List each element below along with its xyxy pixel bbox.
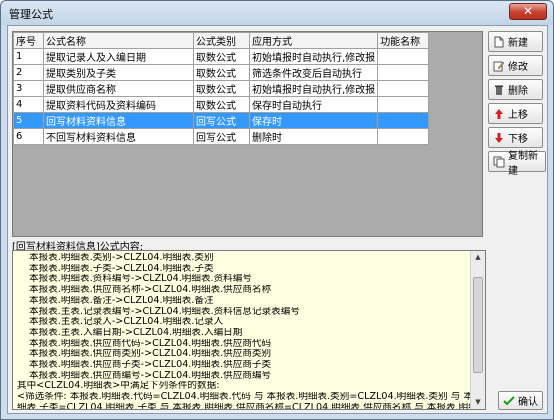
copy-new-button-label: 复制新建 — [508, 150, 538, 177]
table-row[interactable]: 6 不回写材料资料信息 回写公式 删除时 — [13, 128, 430, 145]
copy-new-button[interactable]: 复制新建 — [488, 151, 546, 177]
table-cell: 取数公式 — [193, 48, 250, 65]
vertical-scrollbar[interactable]: ▲ ▼ — [470, 251, 485, 409]
table-cell: 1 — [13, 48, 44, 65]
arrow-up-icon — [493, 108, 505, 120]
table-cell: 4 — [13, 96, 44, 113]
table-cell: 取数公式 — [193, 64, 250, 81]
column-header[interactable]: 公式类别 — [193, 32, 250, 49]
formula-text-line: 本报表.明细表.供应商代码->CLZL04.明细表.供应商代码 — [29, 338, 272, 349]
copy-icon — [493, 156, 505, 168]
new-document-icon — [493, 36, 505, 48]
table-cell: 提取记录人及入编日期 — [43, 48, 194, 65]
arrow-down-icon — [493, 132, 505, 144]
table-header-row: 序号 公式名称 公式类别 应用方式 功能名称 — [13, 32, 430, 49]
column-header[interactable]: 功能名称 — [377, 32, 430, 49]
table-cell — [377, 80, 430, 97]
close-icon: ✕ — [522, 4, 534, 18]
scrollbar-thumb[interactable] — [473, 277, 483, 373]
table-row[interactable]: 1 提取记录人及入编日期 取数公式 初始填报时自动执行,修改报 — [13, 48, 430, 65]
table-cell: 不回写材料资料信息 — [43, 128, 194, 145]
formula-text-line: 本报表.主表.记录表编号->CLZL04.明细表.资料信息记录表编号 — [29, 306, 300, 317]
table-cell: 保存时 — [248, 112, 379, 129]
table-cell: 3 — [13, 80, 44, 97]
table-cell: 初始填报时自动执行,修改报 — [248, 80, 379, 97]
table-cell — [377, 96, 430, 113]
table-cell: 5 — [13, 112, 44, 129]
column-header[interactable]: 公式名称 — [43, 32, 194, 49]
ok-button-label: 确认 — [518, 397, 538, 408]
formula-table: 序号 公式名称 公式类别 应用方式 功能名称 1 提取记录人及入编日期 取数公式 初始填报时自… — [13, 32, 430, 145]
formula-text-line: 本报表.主表.入编日期->CLZL04.明细表.入编日期 — [29, 327, 243, 338]
table-cell: 回写公式 — [193, 112, 250, 129]
column-header[interactable]: 序号 — [13, 32, 44, 49]
table-cell: 初始填报时自动执行,修改报 — [248, 48, 379, 65]
table-cell — [377, 64, 430, 81]
delete-icon — [493, 84, 505, 96]
formula-text-line: 本报表.明细表.供应商子类->CLZL04.明细表.供应商子类 — [29, 360, 272, 371]
scroll-down-arrow-icon[interactable]: ▼ — [472, 396, 484, 409]
scroll-up-arrow-icon[interactable]: ▲ — [472, 251, 484, 264]
table-row[interactable]: 5 回写材料资料信息 回写公式 保存时 — [13, 112, 430, 129]
table-cell: 取数公式 — [193, 96, 250, 113]
edit-icon — [493, 60, 505, 72]
table-cell: 筛选条件改变后自动执行 — [248, 64, 379, 81]
formula-text-line: 本报表.明细表.备注->CLZL04.明细表.备注 — [29, 295, 214, 306]
formula-text-line: 细表.子类=CLZL04.明细表.子类 与 本报表.明细表.供应商名称=CLZL… — [17, 402, 472, 410]
formula-text-line: 本报表.明细表.供应商名称->CLZL04.明细表.供应商名称 — [29, 285, 272, 296]
move-down-button[interactable]: 下移 — [488, 127, 543, 148]
column-header[interactable]: 应用方式 — [248, 32, 379, 49]
table-cell: 提取类别及子类 — [43, 64, 194, 81]
table-cell: 保存时自动执行 — [248, 96, 379, 113]
table-cell: 回写公式 — [193, 128, 250, 145]
table-cell — [377, 128, 430, 145]
move-up-button-label: 上移 — [508, 110, 528, 121]
formula-text-line: 本报表.明细表.资料编号->CLZL04.明细表.资料编号 — [29, 274, 252, 285]
table-row[interactable]: 3 提取供应商名称 取数公式 初始填报时自动执行,修改报 — [13, 80, 430, 97]
checkmark-icon — [503, 395, 515, 407]
formula-text-line: 本报表.明细表.子类->CLZL04.明细表.子类 — [29, 263, 214, 274]
move-down-button-label: 下移 — [508, 134, 528, 145]
formula-grid[interactable]: 序号 公式名称 公式类别 应用方式 功能名称 1 提取记录人及入编日期 取数公式 初始填报时自… — [12, 31, 483, 237]
table-cell — [377, 48, 430, 65]
manage-formula-dialog: 管理公式 ✕ 序号 公式名称 公式类别 应用方式 功能名称 1 提取记录人及入编日期 取数公… — [0, 0, 554, 420]
dialog-body: 序号 公式名称 公式类别 应用方式 功能名称 1 提取记录人及入编日期 取数公式 初始填报时自… — [7, 25, 548, 414]
formula-text-line: 本报表.明细表.供应商编号->CLZL04.明细表.供应商编号 — [29, 370, 272, 381]
formula-text-line: 本报表.明细表.类别->CLZL04.明细表.类别 — [29, 253, 214, 263]
title-bar[interactable]: 管理公式 ✕ — [1, 1, 553, 25]
table-cell: 6 — [13, 128, 44, 145]
table-row[interactable]: 2 提取类别及子类 取数公式 筛选条件改变后自动执行 — [13, 64, 430, 81]
new-button-label: 新建 — [508, 38, 528, 49]
formula-content-textarea[interactable]: 本报表.明细表.类别->CLZL04.明细表.类别 本报表.明细表.子类->CLZ… — [12, 250, 486, 410]
table-cell: 删除时 — [248, 128, 379, 145]
table-cell: 2 — [13, 64, 44, 81]
table-cell: 回写材料资料信息 — [43, 112, 194, 129]
window-title: 管理公式 — [9, 8, 53, 21]
table-cell — [377, 112, 430, 129]
formula-text-line: 本报表.明细表.供应商类别->CLZL04.明细表.供应商类别 — [29, 349, 272, 360]
formula-content-text: 本报表.明细表.类别->CLZL04.明细表.类别 本报表.明细表.子类->CLZ… — [17, 253, 472, 410]
edit-button[interactable]: 修改 — [488, 55, 543, 76]
table-cell: 提取资料代码及资料编码 — [43, 96, 194, 113]
formula-text-line: 本报表.主表.记录人->CLZL04.明细表.记录人 — [29, 317, 224, 328]
edit-button-label: 修改 — [508, 62, 528, 73]
delete-button[interactable]: 删除 — [488, 79, 543, 100]
new-button[interactable]: 新建 — [488, 31, 543, 52]
table-row[interactable]: 4 提取资料代码及资料编码 取数公式 保存时自动执行 — [13, 96, 430, 113]
table-cell: 取数公式 — [193, 80, 250, 97]
delete-button-label: 删除 — [508, 86, 528, 97]
ok-button[interactable]: 确认 — [498, 391, 543, 410]
close-button[interactable]: ✕ — [509, 3, 547, 20]
formula-text-line: <筛选条件: 本报表.明细表.代码=CLZL04.明细表.代码 与 本报表.明细… — [17, 392, 472, 403]
table-cell: 提取供应商名称 — [43, 80, 194, 97]
move-up-button[interactable]: 上移 — [488, 103, 543, 124]
formula-text-line: 其中<CLZL04.明细表>中满足下列条件的数据: — [17, 381, 220, 392]
